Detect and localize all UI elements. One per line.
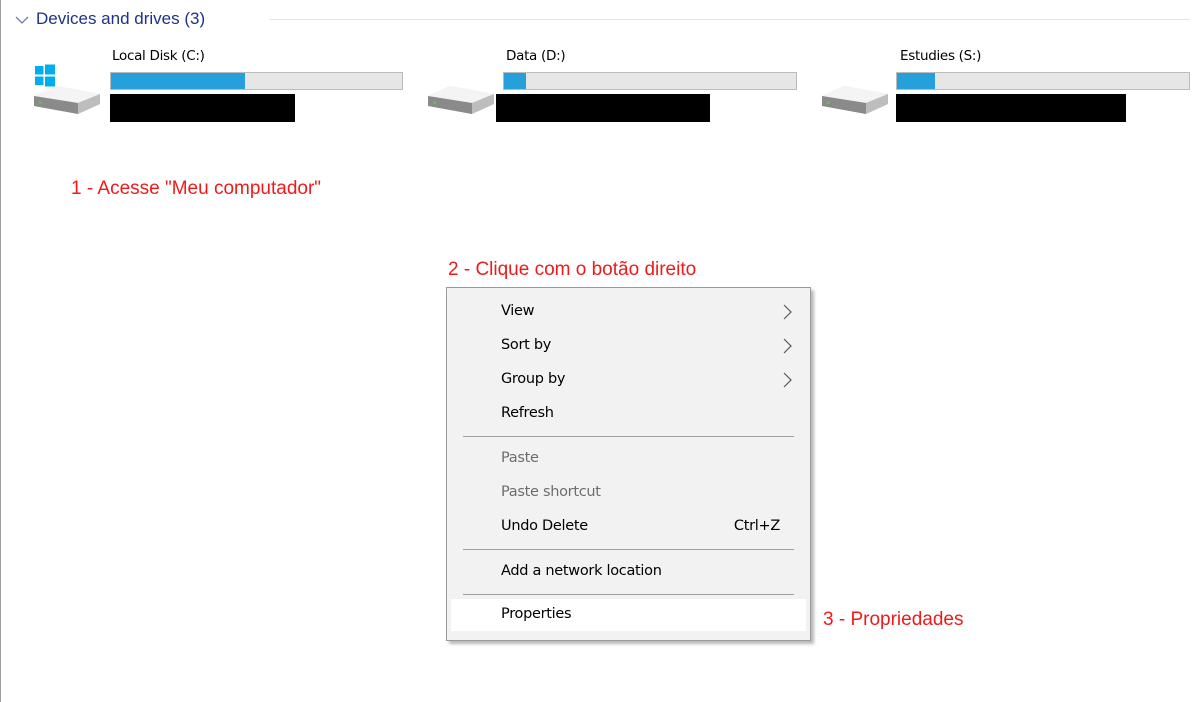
chevron-down-icon[interactable] <box>14 13 32 27</box>
menu-item-paste[interactable]: Paste <box>451 443 806 475</box>
usage-bar-fill <box>897 73 935 89</box>
redacted-space-info <box>896 94 1126 122</box>
windows-logo-icon <box>35 64 55 87</box>
menu-item-label: Sort by <box>501 337 552 353</box>
menu-item-label: Properties <box>501 606 572 622</box>
drive-tile-s[interactable]: Estudies (S:) <box>818 44 1190 126</box>
annotation-step-3: 3 - Propriedades <box>823 609 964 630</box>
menu-item-view[interactable]: View <box>451 296 806 328</box>
group-title: Devices and drives (3) <box>36 9 206 28</box>
usage-bar-fill <box>111 73 245 89</box>
menu-item-label: View <box>501 303 535 319</box>
menu-item-label: Undo Delete <box>501 518 588 534</box>
menu-item-label: Group by <box>501 371 566 387</box>
drive-name: Estudies (S:) <box>900 48 982 64</box>
hard-drive-icon <box>428 86 494 114</box>
usage-bar <box>503 72 797 90</box>
usage-bar <box>110 72 403 90</box>
usage-bar <box>896 72 1190 90</box>
menu-item-label: Paste <box>501 450 539 466</box>
chevron-right-icon <box>783 372 792 388</box>
context-menu: View Sort by Group by Refresh Paste Past… <box>446 287 811 641</box>
drive-tile-d[interactable]: Data (D:) <box>424 44 804 126</box>
menu-item-add-network-location[interactable]: Add a network location <box>451 556 806 588</box>
menu-separator <box>463 436 794 437</box>
annotation-step-2: 2 - Clique com o botão direito <box>448 259 697 280</box>
menu-item-label: Paste shortcut <box>501 484 601 500</box>
redacted-space-info <box>496 94 710 122</box>
drive-name: Data (D:) <box>506 48 566 64</box>
devices-group-header[interactable]: Devices and drives (3) <box>14 8 1190 32</box>
menu-separator <box>463 594 794 595</box>
hard-drive-icon <box>34 64 100 114</box>
menu-item-label: Add a network location <box>501 563 662 579</box>
drive-tile-c[interactable]: Local Disk (C:) <box>30 44 410 126</box>
menu-item-undo-delete[interactable]: Undo Delete Ctrl+Z <box>451 511 806 543</box>
window-left-border <box>0 0 1 702</box>
menu-separator <box>463 549 794 550</box>
group-divider <box>269 19 1190 20</box>
drive-name: Local Disk (C:) <box>112 48 205 64</box>
redacted-space-info <box>110 94 295 122</box>
menu-item-properties[interactable]: Properties <box>451 599 806 631</box>
chevron-right-icon <box>783 304 792 320</box>
annotation-step-1: 1 - Acesse "Meu computador" <box>71 178 322 199</box>
menu-item-refresh[interactable]: Refresh <box>451 398 806 430</box>
chevron-right-icon <box>783 338 792 354</box>
usage-bar-fill <box>504 73 526 89</box>
menu-item-label: Refresh <box>501 405 554 421</box>
menu-item-sort-by[interactable]: Sort by <box>451 330 806 362</box>
menu-item-paste-shortcut[interactable]: Paste shortcut <box>451 477 806 509</box>
menu-item-group-by[interactable]: Group by <box>451 364 806 396</box>
menu-item-shortcut: Ctrl+Z <box>733 518 780 534</box>
hard-drive-icon <box>822 86 888 114</box>
